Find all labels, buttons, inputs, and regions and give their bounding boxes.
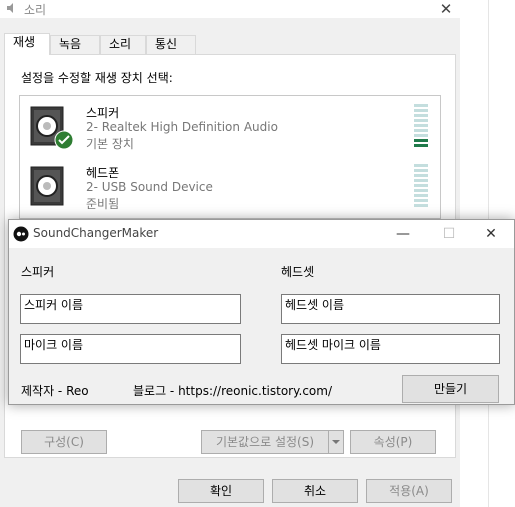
set-default-button[interactable]: 기본값으로 설정(S) (201, 430, 329, 454)
speaker-device-icon (30, 166, 64, 206)
chevron-down-icon (332, 440, 340, 444)
volume-meter (414, 104, 428, 149)
maximize-icon[interactable]: ☐ (426, 220, 472, 248)
tab-communications[interactable]: 통신 (146, 35, 196, 54)
tab-sounds[interactable]: 소리 (100, 35, 146, 54)
scm-title: SoundChangerMaker (33, 226, 159, 240)
properties-button[interactable]: 속성(P) (350, 430, 436, 454)
ok-button[interactable]: 확인 (178, 479, 264, 503)
blog-label: 블로그 - https://reonic.tistory.com/ (133, 384, 332, 398)
configure-button[interactable]: 구성(C) (21, 430, 107, 454)
cancel-button[interactable]: 취소 (272, 479, 358, 503)
device-name: 스피커 (86, 106, 120, 120)
device-item-speaker[interactable]: 스피커 2- Realtek High Definition Audio 기본 … (20, 100, 440, 160)
app-logo-icon (13, 226, 29, 242)
device-status: 준비됨 (86, 197, 120, 211)
panel-caption: 설정을 수정할 재생 장치 선택: (21, 71, 173, 85)
headset-mic-name-field[interactable]: 헤드셋 마이크 이름 (281, 334, 500, 364)
device-item-headphones[interactable]: 헤드폰 2- USB Sound Device 준비됨 (20, 160, 440, 218)
make-button[interactable]: 만들기 (402, 375, 499, 403)
headset-section-label: 헤드셋 (281, 265, 315, 279)
volume-meter (414, 164, 428, 209)
close-icon[interactable]: ✕ (468, 220, 514, 248)
device-name: 헤드폰 (86, 166, 120, 180)
author-label: 제작자 - Reo (21, 384, 89, 398)
device-driver: 2- USB Sound Device (86, 180, 213, 194)
speaker-section-label: 스피커 (21, 265, 55, 279)
set-default-dropdown[interactable] (328, 430, 344, 454)
close-icon[interactable]: ✕ (434, 0, 458, 18)
tab-playback[interactable]: 재생 (4, 33, 50, 55)
speaker-name-field[interactable]: 스피커 이름 (20, 294, 241, 324)
apply-button[interactable]: 적용(A) (366, 479, 452, 503)
minimize-icon[interactable]: — (380, 220, 426, 248)
device-status: 기본 장치 (86, 137, 134, 151)
default-check-icon (54, 130, 74, 150)
tab-recording[interactable]: 녹음 (50, 35, 100, 54)
soundchangermaker-window: SoundChangerMaker — ☐ ✕ 스피커 헤드셋 스피커 이름 헤… (8, 219, 515, 405)
sound-dialog-titlebar: 소리 ✕ (0, 0, 460, 18)
mic-name-field[interactable]: 마이크 이름 (20, 334, 241, 364)
device-driver: 2- Realtek High Definition Audio (86, 120, 278, 134)
speaker-icon (7, 3, 13, 13)
headset-name-field[interactable]: 헤드셋 이름 (281, 294, 500, 324)
device-list[interactable]: 스피커 2- Realtek High Definition Audio 기본 … (19, 95, 441, 219)
scm-titlebar: SoundChangerMaker — ☐ ✕ (9, 220, 514, 248)
sound-dialog-title: 소리 (24, 3, 47, 17)
